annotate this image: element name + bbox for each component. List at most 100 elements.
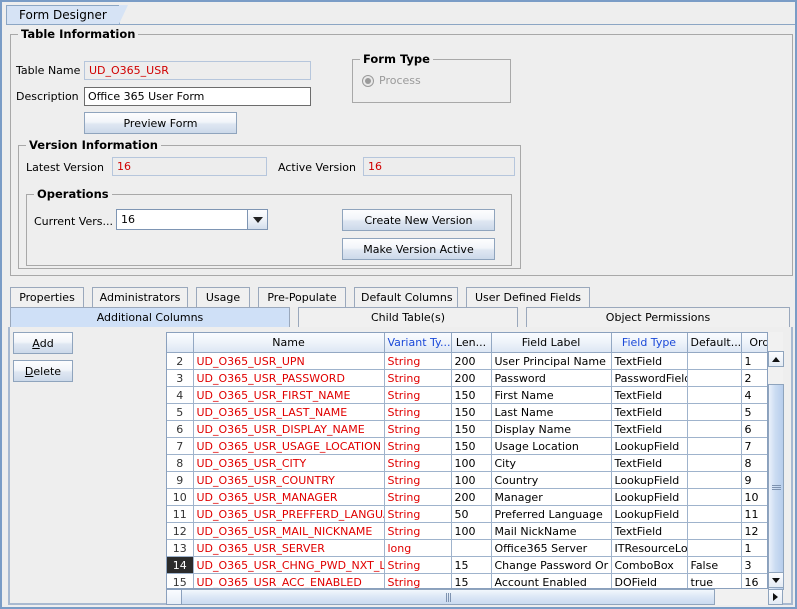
table-row[interactable]: 12 UD_O365_USR_MAIL_NICKNAME String 100 Mail… bbox=[167, 522, 782, 540]
cell-field-label[interactable]: Manager bbox=[491, 488, 612, 506]
cell-length[interactable]: 150 bbox=[451, 437, 492, 455]
cell-variant-type[interactable]: String bbox=[384, 522, 452, 540]
tab-pre-populate[interactable]: Pre-Populate bbox=[258, 287, 346, 307]
cell-field-label[interactable]: First Name bbox=[491, 386, 612, 404]
table-horizontal-scrollbar[interactable] bbox=[166, 589, 783, 605]
cell-default[interactable] bbox=[687, 505, 742, 523]
cell-name[interactable]: UD_O365_USR_CHNG_PWD_NXT_LOGIN bbox=[193, 556, 385, 574]
create-new-version-button[interactable]: Create New Version bbox=[342, 209, 495, 231]
cell-field-type[interactable]: DOField bbox=[611, 573, 688, 588]
cell-name[interactable]: UD_O365_USR_PASSWORD bbox=[193, 369, 385, 387]
cell-default[interactable] bbox=[687, 369, 742, 387]
table-row[interactable]: 4 UD_O365_USR_FIRST_NAME String 150 First Na… bbox=[167, 386, 782, 404]
current-version-select[interactable]: 16 bbox=[116, 209, 268, 230]
cell-length[interactable]: 200 bbox=[451, 352, 492, 370]
cell-name[interactable]: UD_O365_USR_MANAGER bbox=[193, 488, 385, 506]
cell-length[interactable]: 50 bbox=[451, 505, 492, 523]
table-row[interactable]: 14UD_O365_USR_CHNG_PWD_NXT_LOGINString15… bbox=[167, 556, 782, 574]
table-row[interactable]: 8 UD_O365_USR_CITY String 100 City TextField 8 bbox=[167, 454, 782, 472]
cell-field-type[interactable]: TextField bbox=[611, 420, 688, 438]
cell-default[interactable] bbox=[687, 352, 742, 370]
row-number-cell[interactable]: 14 bbox=[167, 556, 194, 574]
table-row[interactable]: 13 UD_O365_USR_SERVER long Office365 Server… bbox=[167, 539, 782, 557]
cell-default[interactable] bbox=[687, 539, 742, 557]
cell-length[interactable] bbox=[451, 539, 492, 557]
cell-length[interactable]: 15 bbox=[451, 573, 492, 588]
tab-administrators[interactable]: Administrators bbox=[92, 287, 188, 307]
cell-field-label[interactable]: Preferred Language bbox=[491, 505, 612, 523]
row-number-cell[interactable]: 8 bbox=[167, 454, 194, 472]
cell-variant-type[interactable]: String bbox=[384, 420, 452, 438]
cell-field-type[interactable]: LookupField bbox=[611, 437, 688, 455]
row-number-cell[interactable]: 3 bbox=[167, 369, 194, 387]
cell-field-label[interactable]: Office365 Server bbox=[491, 539, 612, 557]
cell-length[interactable]: 150 bbox=[451, 420, 492, 438]
cell-name[interactable]: UD_O365_USR_LAST_NAME bbox=[193, 403, 385, 421]
col-length[interactable]: Len... bbox=[451, 333, 492, 353]
chevron-down-icon[interactable] bbox=[247, 210, 267, 229]
horizontal-scroll-thumb[interactable] bbox=[181, 589, 715, 605]
cell-name[interactable]: UD_O365_USR_ACC_ENABLED bbox=[193, 573, 385, 588]
description-input[interactable]: Office 365 User Form bbox=[84, 87, 311, 106]
tab-additional-columns[interactable]: Additional Columns bbox=[10, 307, 290, 327]
cell-default[interactable] bbox=[687, 488, 742, 506]
col-field-label[interactable]: Field Label bbox=[491, 333, 612, 353]
cell-default[interactable] bbox=[687, 522, 742, 540]
table-row[interactable]: 3 UD_O365_USR_PASSWORD String 200 Password Pa… bbox=[167, 369, 782, 387]
cell-length[interactable]: 200 bbox=[451, 369, 492, 387]
cell-field-label[interactable]: Mail NickName bbox=[491, 522, 612, 540]
row-number-cell[interactable]: 12 bbox=[167, 522, 194, 540]
cell-length[interactable]: 100 bbox=[451, 471, 492, 489]
tab-object-permissions[interactable]: Object Permissions bbox=[526, 307, 790, 327]
cell-length[interactable]: 150 bbox=[451, 386, 492, 404]
cell-field-type[interactable]: LookupField bbox=[611, 471, 688, 489]
row-number-cell[interactable]: 11 bbox=[167, 505, 194, 523]
cell-field-label[interactable]: Password bbox=[491, 369, 612, 387]
make-version-active-button[interactable]: Make Version Active bbox=[342, 238, 495, 260]
row-number-cell[interactable]: 13 bbox=[167, 539, 194, 557]
cell-length[interactable]: 100 bbox=[451, 454, 492, 472]
additional-columns-table[interactable]: Name Variant Ty... Len... Field Label Fi… bbox=[166, 332, 783, 589]
vertical-scroll-thumb[interactable] bbox=[768, 384, 784, 590]
tab-child-tables[interactable]: Child Table(s) bbox=[298, 307, 518, 327]
cell-field-type[interactable]: TextField bbox=[611, 522, 688, 540]
table-row[interactable]: 10 UD_O365_USR_MANAGER String 200 Manager Loo… bbox=[167, 488, 782, 506]
cell-field-type[interactable]: LookupField bbox=[611, 505, 688, 523]
cell-name[interactable]: UD_O365_USR_DISPLAY_NAME bbox=[193, 420, 385, 438]
cell-name[interactable]: UD_O365_USR_USAGE_LOCATION bbox=[193, 437, 385, 455]
cell-field-type[interactable]: TextField bbox=[611, 386, 688, 404]
table-row[interactable]: 6 UD_O365_USR_DISPLAY_NAME String 150 Displa… bbox=[167, 420, 782, 438]
tab-default-columns[interactable]: Default Columns bbox=[354, 287, 458, 307]
cell-length[interactable]: 100 bbox=[451, 522, 492, 540]
table-row[interactable]: 9 UD_O365_USR_COUNTRY String 100 Country Look… bbox=[167, 471, 782, 489]
scroll-down-button[interactable] bbox=[768, 572, 784, 588]
cell-field-label[interactable]: Display Name bbox=[491, 420, 612, 438]
preview-form-button[interactable]: Preview Form bbox=[84, 112, 237, 134]
cell-variant-type[interactable]: String bbox=[384, 369, 452, 387]
scroll-up-button[interactable] bbox=[768, 351, 784, 367]
cell-field-type[interactable]: TextField bbox=[611, 352, 688, 370]
cell-field-label[interactable]: Account Enabled bbox=[491, 573, 612, 588]
cell-name[interactable]: UD_O365_USR_COUNTRY bbox=[193, 471, 385, 489]
form-type-process-radio[interactable]: Process bbox=[362, 74, 421, 87]
cell-name[interactable]: UD_O365_USR_UPN bbox=[193, 352, 385, 370]
cell-default[interactable]: False bbox=[687, 556, 742, 574]
cell-field-type[interactable]: ComboBox bbox=[611, 556, 688, 574]
row-number-cell[interactable]: 2 bbox=[167, 352, 194, 370]
cell-variant-type[interactable]: String bbox=[384, 471, 452, 489]
table-vertical-scrollbar[interactable] bbox=[767, 332, 784, 590]
table-row[interactable]: 5 UD_O365_USR_LAST_NAME String 150 Last Name… bbox=[167, 403, 782, 421]
cell-variant-type[interactable]: String bbox=[384, 488, 452, 506]
delete-button[interactable]: Delete bbox=[13, 360, 73, 382]
cell-name[interactable]: UD_O365_USR_MAIL_NICKNAME bbox=[193, 522, 385, 540]
cell-variant-type[interactable]: String bbox=[384, 454, 452, 472]
col-default[interactable]: Default... bbox=[687, 333, 742, 353]
cell-variant-type[interactable]: String bbox=[384, 437, 452, 455]
table-row[interactable]: 15 UD_O365_USR_ACC_ENABLED String 15 Account… bbox=[167, 573, 782, 588]
cell-field-type[interactable]: ITResourceLo bbox=[611, 539, 688, 557]
cell-field-label[interactable]: Change Password Or bbox=[491, 556, 612, 574]
cell-name[interactable]: UD_O365_USR_FIRST_NAME bbox=[193, 386, 385, 404]
cell-variant-type[interactable]: String bbox=[384, 352, 452, 370]
row-number-cell[interactable]: 15 bbox=[167, 573, 194, 588]
cell-length[interactable]: 150 bbox=[451, 403, 492, 421]
